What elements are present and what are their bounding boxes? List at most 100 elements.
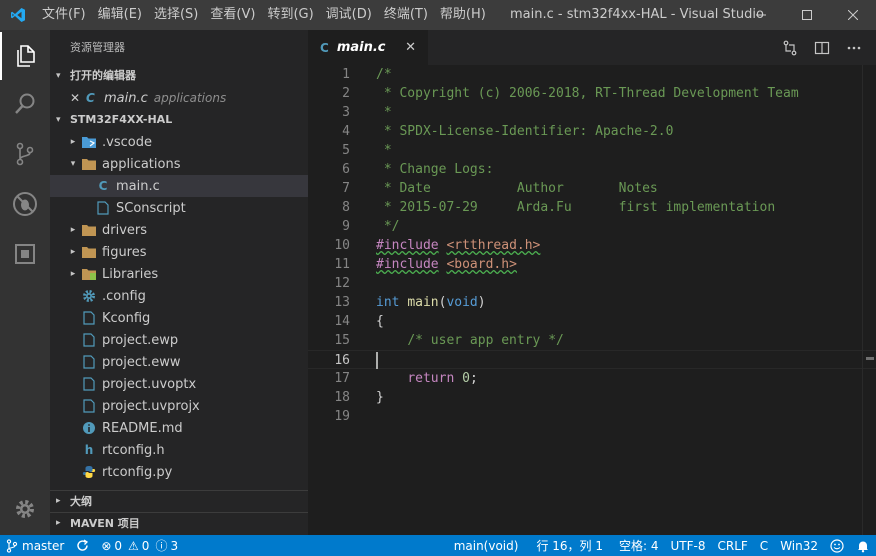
code-line[interactable]: 3 * bbox=[308, 103, 876, 122]
code-line[interactable]: 1 /* bbox=[308, 65, 876, 84]
info-icon: ⓘ bbox=[155, 539, 168, 553]
code-line[interactable]: 19 bbox=[308, 407, 876, 426]
tree-file[interactable]: h rtconfig.h bbox=[50, 439, 308, 461]
code-editor[interactable]: 1 /* 2 * Copyright (c) 2006-2018, RT-Threa… bbox=[308, 65, 876, 535]
tree-file[interactable]: rtconfig.py bbox=[50, 461, 308, 483]
open-changes-button[interactable] bbox=[774, 40, 806, 56]
indentation[interactable]: 空格: 4 bbox=[613, 535, 665, 556]
tree-file[interactable]: SConscript bbox=[50, 197, 308, 219]
menu-item[interactable]: 查看(V) bbox=[204, 0, 261, 30]
split-editor-button[interactable] bbox=[806, 40, 838, 56]
tree-label: figures bbox=[102, 244, 147, 260]
menu-item[interactable]: 转到(G) bbox=[261, 0, 319, 30]
tree-file[interactable]: README.md bbox=[50, 417, 308, 439]
maven-section[interactable]: ▸ MAVEN 项目 bbox=[50, 512, 308, 534]
notifications-button[interactable] bbox=[850, 535, 876, 556]
line-number: 13 bbox=[334, 295, 350, 310]
chevron-right-icon: ▸ bbox=[56, 496, 61, 506]
code-line[interactable]: 16 bbox=[308, 350, 876, 369]
tree-folder[interactable]: ▸ .vscode bbox=[50, 131, 308, 153]
menu-item[interactable]: 调试(D) bbox=[320, 0, 378, 30]
tree-file[interactable]: project.uvprojx bbox=[50, 395, 308, 417]
code-line[interactable]: 18} bbox=[308, 388, 876, 407]
menu-item[interactable]: 终端(T) bbox=[378, 0, 434, 30]
tree-file[interactable]: project.ewp bbox=[50, 329, 308, 351]
tree-file[interactable]: .config bbox=[50, 285, 308, 307]
code-line[interactable]: 5 * bbox=[308, 141, 876, 160]
source-control-button[interactable] bbox=[0, 130, 50, 178]
explorer-button[interactable] bbox=[0, 32, 50, 80]
tree-folder[interactable]: ▸ Libraries bbox=[50, 263, 308, 285]
outline-section[interactable]: ▸ 大纲 bbox=[50, 490, 308, 512]
code-line[interactable]: 14 { bbox=[308, 312, 876, 331]
code-token: } bbox=[376, 390, 384, 405]
close-tab-icon[interactable]: ✕ bbox=[405, 40, 416, 55]
code-line[interactable]: 7 * Date Author Notes bbox=[308, 179, 876, 198]
tree-file[interactable]: project.uvoptx bbox=[50, 373, 308, 395]
tree-file[interactable]: project.eww bbox=[50, 351, 308, 373]
open-editor-item[interactable]: ✕ C main.c applications bbox=[50, 87, 308, 109]
manage-button[interactable] bbox=[0, 485, 50, 533]
code-line[interactable]: 12 bbox=[308, 274, 876, 293]
code-token: #include bbox=[376, 257, 439, 272]
menu-item[interactable]: 文件(F) bbox=[36, 0, 92, 30]
line-number: 18 bbox=[334, 390, 350, 405]
code-line[interactable]: 10 #include <rtthread.h> bbox=[308, 236, 876, 255]
code-line[interactable]: 4 * SPDX-License-Identifier: Apache-2.0 bbox=[308, 122, 876, 141]
tree-label: drivers bbox=[102, 222, 148, 238]
outline-title: 大纲 bbox=[70, 495, 92, 508]
editor-scrollbar[interactable] bbox=[862, 65, 876, 535]
chevron-right-icon[interactable]: ▸ bbox=[66, 269, 80, 279]
sync-button[interactable] bbox=[70, 535, 95, 556]
close-window-button[interactable] bbox=[830, 0, 876, 30]
menu-item[interactable]: 帮助(H) bbox=[434, 0, 492, 30]
close-icon[interactable]: ✕ bbox=[70, 91, 86, 105]
code-line[interactable]: 8 * 2015-07-29 Arda.Fu first implementat… bbox=[308, 198, 876, 217]
code-line[interactable]: 6 * Change Logs: bbox=[308, 160, 876, 179]
code-line[interactable]: 11 #include <board.h> bbox=[308, 255, 876, 274]
tree-file[interactable]: Cmain.c bbox=[50, 175, 308, 197]
tree-folder[interactable]: ▾ applications bbox=[50, 153, 308, 175]
code-line[interactable]: 13 int main(void) bbox=[308, 293, 876, 312]
menu-bar: 文件(F) 编辑(E) 选择(S) 查看(V) 转到(G) 调试(D) 终端(T) 帮助(H) bbox=[36, 0, 492, 30]
code-token: * 2015-07-29 Arda.Fu first implementatio… bbox=[376, 200, 776, 215]
tree-folder[interactable]: ▸ drivers bbox=[50, 219, 308, 241]
menu-item[interactable]: 编辑(E) bbox=[92, 0, 148, 30]
tree-file[interactable]: Kconfig bbox=[50, 307, 308, 329]
extensions-icon bbox=[15, 244, 35, 264]
maximize-button[interactable] bbox=[784, 0, 830, 30]
debug-button[interactable] bbox=[0, 180, 50, 228]
editor-area: C main.c ✕ 1 /* 2 * Copyright (c) 2006-201… bbox=[308, 30, 876, 535]
feedback-button[interactable] bbox=[824, 535, 850, 556]
explorer-sidebar: 资源管理器 ▾ 打开的编辑器 ✕ C main.c applications ▾… bbox=[50, 30, 308, 535]
chevron-down-icon[interactable]: ▾ bbox=[66, 159, 80, 169]
code-line[interactable]: 9 */ bbox=[308, 217, 876, 236]
tab-main-c[interactable]: C main.c ✕ bbox=[308, 30, 428, 65]
more-actions-button[interactable] bbox=[838, 40, 870, 56]
branch-indicator[interactable]: master bbox=[0, 535, 70, 556]
cursor-position[interactable]: 行 16，列 1 bbox=[530, 535, 609, 556]
extensions-button[interactable] bbox=[0, 230, 50, 278]
code-line[interactable]: 2 * Copyright (c) 2006-2018, RT-Thread D… bbox=[308, 84, 876, 103]
code-line[interactable]: 17 return 0; bbox=[308, 369, 876, 388]
language-mode[interactable]: C bbox=[754, 535, 774, 556]
code-token: */ bbox=[376, 219, 400, 234]
minimize-button[interactable] bbox=[738, 0, 784, 30]
code-line[interactable]: 15 /* user app entry */ bbox=[308, 331, 876, 350]
chevron-right-icon[interactable]: ▸ bbox=[66, 225, 80, 235]
encoding[interactable]: UTF-8 bbox=[665, 535, 712, 556]
chevron-right-icon[interactable]: ▸ bbox=[66, 247, 80, 257]
line-ending[interactable]: CRLF bbox=[711, 535, 753, 556]
open-editors-section[interactable]: ▾ 打开的编辑器 bbox=[50, 65, 308, 87]
tree-folder[interactable]: ▸ figures bbox=[50, 241, 308, 263]
search-button[interactable] bbox=[0, 80, 50, 128]
current-function[interactable]: main(void) bbox=[448, 535, 525, 556]
platform[interactable]: Win32 bbox=[774, 535, 824, 556]
code-text: { bbox=[350, 312, 384, 331]
code-token: <board.h> bbox=[446, 257, 517, 272]
chevron-right-icon[interactable]: ▸ bbox=[66, 137, 80, 147]
project-section[interactable]: ▾ STM32F4XX-HAL bbox=[50, 109, 308, 131]
line-number: 5 bbox=[342, 143, 350, 158]
menu-item[interactable]: 选择(S) bbox=[148, 0, 204, 30]
problems-indicator[interactable]: ⊗ 0 ⚠ 0 ⓘ 3 bbox=[95, 535, 184, 556]
